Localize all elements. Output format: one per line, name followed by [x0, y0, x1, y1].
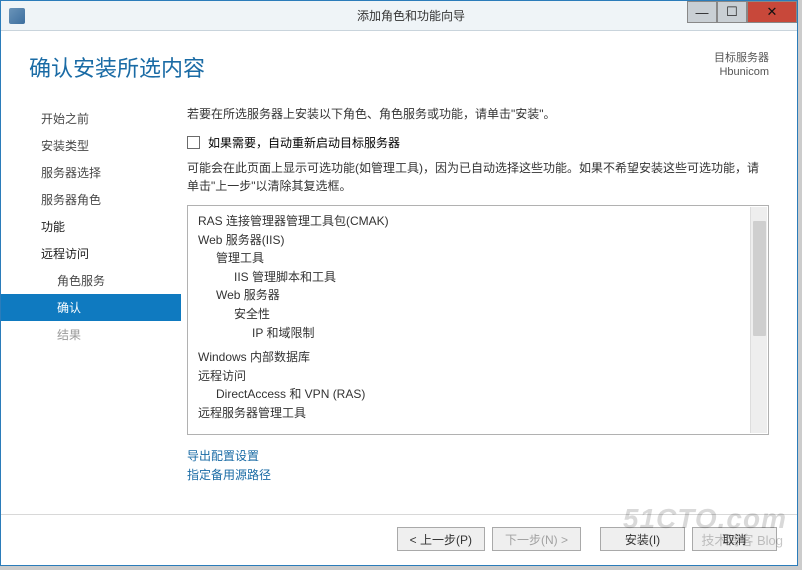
close-button[interactable]: ✕: [747, 1, 797, 23]
selection-list[interactable]: RAS 连接管理器管理工具包(CMAK) Web 服务器(IIS) 管理工具 I…: [187, 205, 769, 435]
tree-item: 管理工具: [216, 249, 766, 268]
tree-item: Web 服务器(IIS): [198, 231, 766, 250]
tree-item: IP 和域限制: [252, 324, 766, 343]
next-button: 下一步(N) >: [492, 527, 581, 551]
page-title: 确认安装所选内容: [29, 51, 714, 83]
window-title: 添加角色和功能向导: [25, 7, 797, 24]
scroll-thumb[interactable]: [753, 221, 766, 336]
tree-item: RAS 连接管理器管理工具包(CMAK): [198, 212, 766, 231]
previous-button[interactable]: < 上一步(P): [397, 527, 485, 551]
action-links: 导出配置设置 指定备用源路径: [187, 447, 769, 485]
tree-item: 远程访问: [198, 367, 766, 386]
target-server-label: 目标服务器: [714, 51, 769, 65]
restart-checkbox[interactable]: [187, 136, 200, 149]
alt-source-link[interactable]: 指定备用源路径: [187, 466, 769, 485]
wizard-window: 添加角色和功能向导 — ☐ ✕ 确认安装所选内容 目标服务器 Hbunicom …: [0, 0, 798, 566]
tree-item: DirectAccess 和 VPN (RAS): [216, 385, 766, 404]
header-row: 确认安装所选内容 目标服务器 Hbunicom: [1, 31, 797, 91]
tree-item: 远程服务器管理工具: [198, 404, 766, 423]
titlebar[interactable]: 添加角色和功能向导 — ☐ ✕: [1, 1, 797, 31]
export-config-link[interactable]: 导出配置设置: [187, 447, 769, 466]
install-button[interactable]: 安装(I): [600, 527, 685, 551]
restart-checkbox-row[interactable]: 如果需要，自动重新启动目标服务器: [187, 134, 769, 151]
target-server-box: 目标服务器 Hbunicom: [714, 51, 769, 80]
sidebar-item-features[interactable]: 功能: [1, 213, 181, 240]
sidebar-item-server-roles[interactable]: 服务器角色: [1, 186, 181, 213]
tree-item: IIS 管理脚本和工具: [234, 268, 766, 287]
sidebar-item-confirmation[interactable]: 确认: [1, 294, 181, 321]
sidebar-item-install-type[interactable]: 安装类型: [1, 132, 181, 159]
window-controls: — ☐ ✕: [687, 1, 797, 23]
sidebar-item-server-selection[interactable]: 服务器选择: [1, 159, 181, 186]
maximize-button[interactable]: ☐: [717, 1, 747, 23]
sidebar-item-role-services[interactable]: 角色服务: [1, 267, 181, 294]
body-row: 开始之前 安装类型 服务器选择 服务器角色 功能 远程访问 角色服务 确认 结果…: [1, 91, 797, 514]
sidebar: 开始之前 安装类型 服务器选择 服务器角色 功能 远程访问 角色服务 确认 结果: [1, 91, 181, 514]
main-panel: 若要在所选服务器上安装以下角色、角色服务或功能，请单击"安装"。 如果需要，自动…: [181, 91, 797, 514]
tree-item: Web 服务器: [216, 286, 766, 305]
target-server-value: Hbunicom: [714, 65, 769, 79]
cancel-button[interactable]: 取消: [692, 527, 777, 551]
sidebar-item-results: 结果: [1, 321, 181, 348]
footer: < 上一步(P) 下一步(N) > 安装(I) 取消: [1, 514, 797, 565]
tree-item: 安全性: [234, 305, 766, 324]
restart-checkbox-label: 如果需要，自动重新启动目标服务器: [208, 134, 400, 151]
intro-text: 若要在所选服务器上安装以下角色、角色服务或功能，请单击"安装"。: [187, 105, 769, 122]
app-icon: [9, 8, 25, 24]
scrollbar[interactable]: [750, 207, 767, 433]
optional-features-note: 可能会在此页面上显示可选功能(如管理工具)，因为已自动选择这些功能。如果不希望安…: [187, 159, 769, 195]
sidebar-item-remote-access[interactable]: 远程访问: [1, 240, 181, 267]
content-area: 确认安装所选内容 目标服务器 Hbunicom 开始之前 安装类型 服务器选择 …: [1, 31, 797, 565]
tree-item: Windows 内部数据库: [198, 348, 766, 367]
sidebar-item-before-you-begin[interactable]: 开始之前: [1, 105, 181, 132]
minimize-button[interactable]: —: [687, 1, 717, 23]
